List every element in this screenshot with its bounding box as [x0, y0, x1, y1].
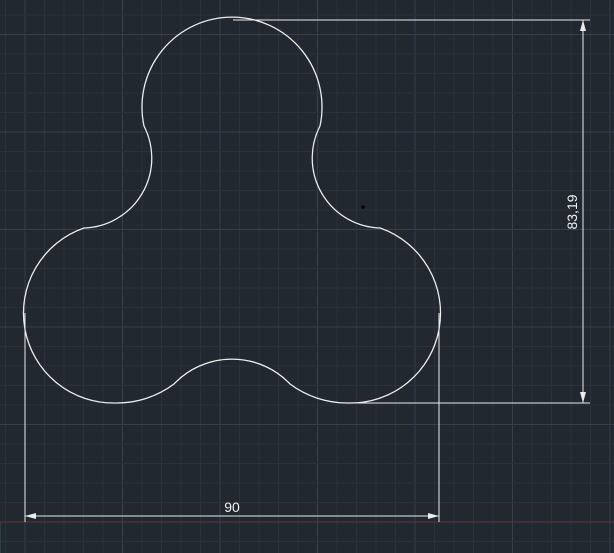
vertical-dimension-text: 83,19	[564, 194, 580, 229]
horizontal-dimension-text: 90	[224, 499, 240, 515]
cursor-point-marker	[361, 205, 365, 209]
cad-drawing-canvas[interactable]: 83,19 90	[0, 0, 614, 553]
viewport-background	[0, 0, 614, 553]
